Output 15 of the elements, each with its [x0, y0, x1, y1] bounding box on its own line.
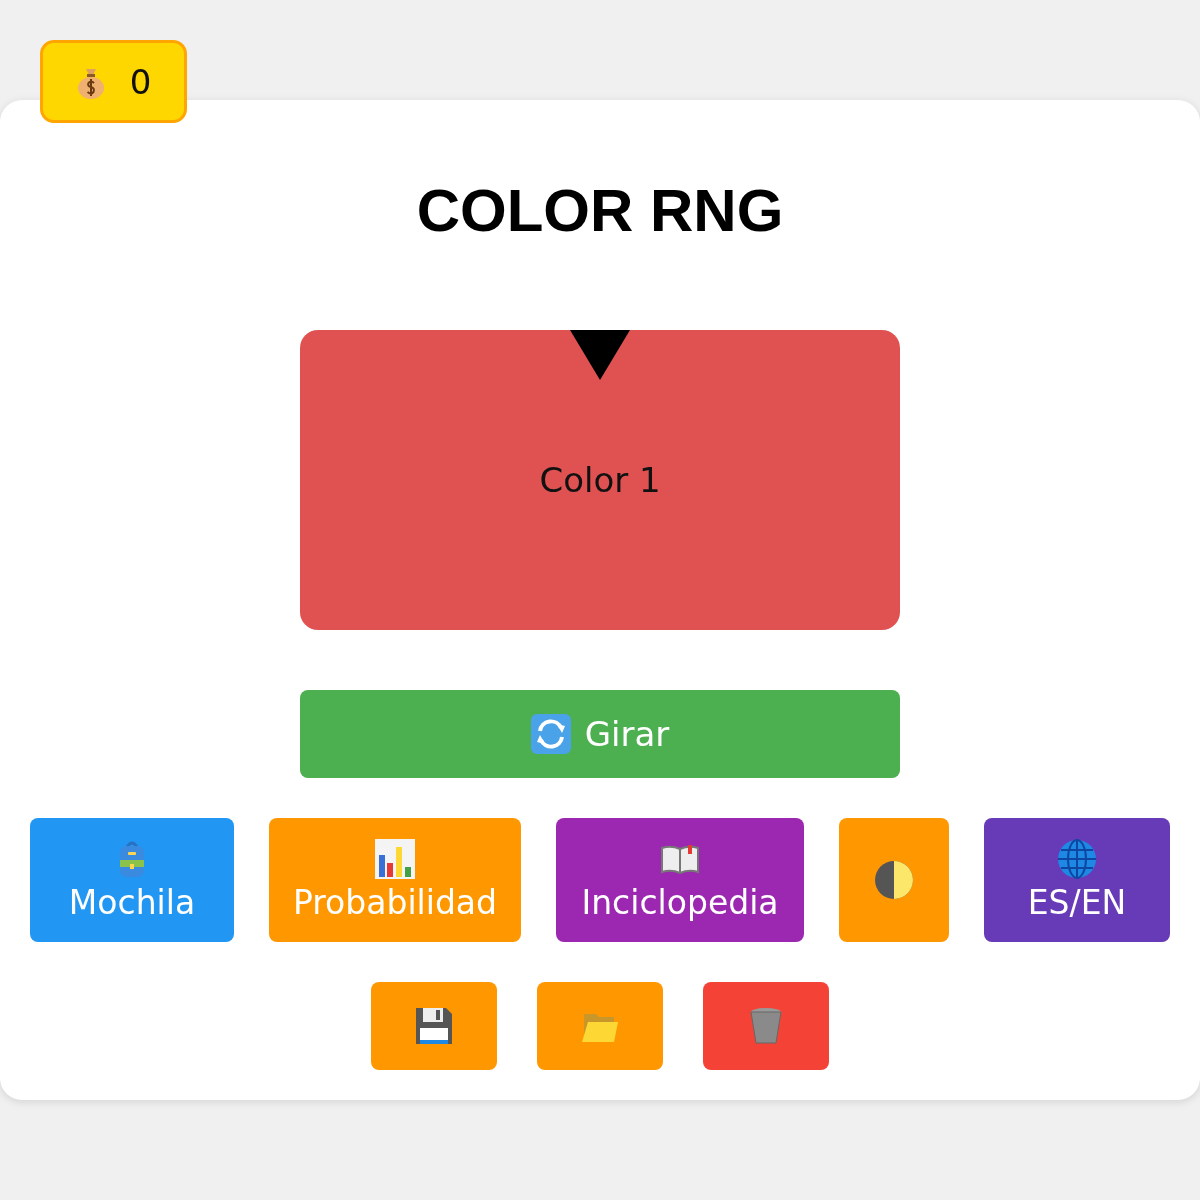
- half-moon-icon: [874, 860, 914, 900]
- globe-icon: [1057, 838, 1097, 879]
- encyclopedia-button[interactable]: Inciclopedia: [556, 818, 804, 942]
- pointer-icon: [570, 330, 630, 380]
- spin-button[interactable]: Girar: [300, 690, 900, 778]
- bar-chart-icon: [375, 838, 415, 879]
- refresh-icon: [530, 714, 571, 754]
- coin-count: 0: [129, 61, 152, 102]
- app-title: COLOR RNG: [416, 176, 784, 246]
- theme-button[interactable]: [839, 818, 949, 942]
- backpack-button[interactable]: Mochila: [30, 818, 234, 942]
- probability-button[interactable]: Probabilidad: [269, 818, 521, 942]
- language-button[interactable]: ES/EN: [984, 818, 1170, 942]
- color-label: Color 1: [539, 460, 661, 500]
- save-button[interactable]: [371, 982, 497, 1070]
